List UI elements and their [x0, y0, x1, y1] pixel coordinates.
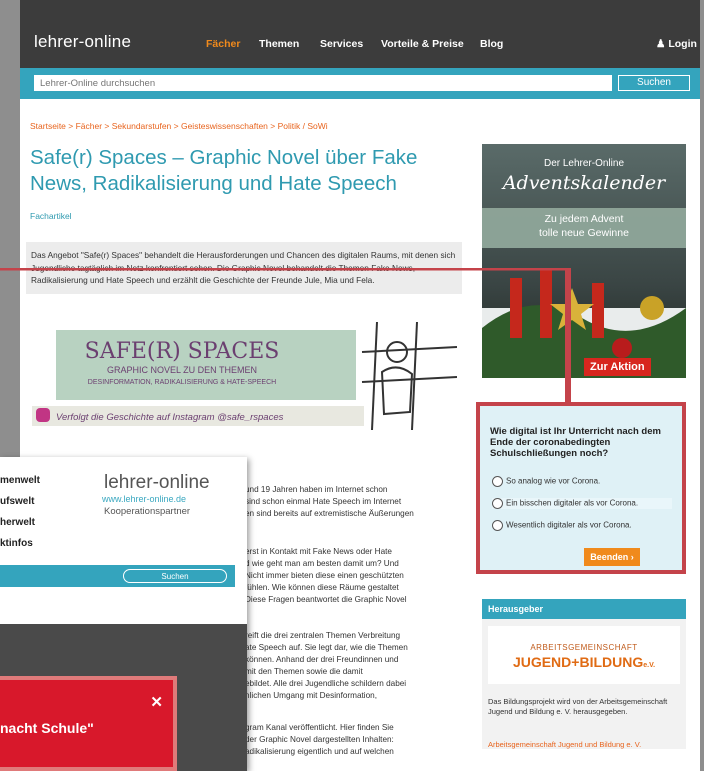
- advent-line-3: Zu jedem Advent tolle neue Gewinne: [539, 213, 629, 239]
- publisher-logo[interactable]: ARBEITSGEMEINSCHAFT JUGEND+BILDUNGe.V.: [488, 626, 680, 684]
- top-navigation: lehrer-online Fächer Themen Services Vor…: [20, 0, 700, 68]
- poll-question: Wie digital ist Ihr Unterricht nach dem …: [490, 426, 661, 459]
- article-category[interactable]: Fachartikel: [30, 211, 72, 221]
- highlight-connector: [0, 268, 570, 271]
- search-bar: Suchen: [20, 68, 700, 99]
- radio-icon: [492, 476, 503, 487]
- body-paragraph-1: und 19 Jahren haben im Internet schon sin…: [245, 485, 414, 518]
- overlay-popup: ✕ nacht Schule": [0, 676, 177, 771]
- overlay-nav-1[interactable]: menwelt: [0, 475, 40, 486]
- nav-item-themen[interactable]: Themen: [259, 38, 299, 50]
- page-title: Safe(r) Spaces – Graphic Novel über Fake…: [30, 146, 418, 195]
- close-icon[interactable]: ✕: [150, 693, 163, 711]
- poll-submit-button[interactable]: Beenden ›: [584, 548, 640, 566]
- advent-cta-button[interactable]: Zur Aktion: [584, 358, 651, 376]
- overlay-nav-4[interactable]: ktinfos: [0, 538, 33, 549]
- radio-icon: [492, 520, 503, 531]
- advent-line-1: Der Lehrer-Online: [543, 158, 625, 169]
- breadcrumb[interactable]: Startseite > Fächer > Sekundarstufen > G…: [30, 121, 328, 131]
- overlay-search-button[interactable]: Suchen: [123, 569, 227, 583]
- poll-widget: Wie digital ist Ihr Unterricht nach dem …: [476, 402, 686, 574]
- user-icon: ♟: [656, 38, 666, 50]
- overlay-nav-2[interactable]: ufswelt: [0, 496, 34, 507]
- advent-line-2: Adventskalender: [502, 172, 666, 194]
- nav-item-services[interactable]: Services: [320, 38, 363, 50]
- site-logo[interactable]: lehrer-online: [34, 32, 131, 52]
- body-paragraph-3: reift die drei zentralen Themen Verbreit…: [245, 631, 408, 700]
- publisher-link[interactable]: Arbeitsgemeinschaft Jugend und Bildung e…: [488, 740, 641, 749]
- nav-item-faecher[interactable]: Fächer: [206, 38, 240, 50]
- publisher-heading: Herausgeber: [482, 599, 686, 619]
- highlight-connector-vertical: [565, 268, 571, 406]
- overlay-logo[interactable]: lehrer-online: [104, 472, 210, 494]
- popup-text: nacht Schule": [0, 720, 94, 736]
- body-paragraph-2: erst in Kontakt mit Fake News oder Hate d…: [245, 547, 407, 604]
- poll-option-2[interactable]: Ein bisschen digitaler als vor Corona.: [492, 498, 672, 509]
- search-button[interactable]: Suchen: [618, 75, 690, 91]
- publisher-box: Herausgeber ARBEITSGEMEINSCHAFT JUGEND+B…: [482, 599, 686, 749]
- radio-icon: [492, 498, 503, 509]
- login-link[interactable]: ♟ Login: [656, 38, 697, 50]
- search-input[interactable]: [34, 75, 612, 91]
- overlay-nav-3[interactable]: herwelt: [0, 517, 35, 528]
- chevron-right-icon: ›: [630, 552, 634, 562]
- instagram-icon: [36, 408, 50, 422]
- poll-option-1[interactable]: So analog wie vor Corona.: [492, 476, 600, 487]
- nav-item-vorteile[interactable]: Vorteile & Preise: [381, 38, 464, 50]
- poll-option-3[interactable]: Wesentlich digitaler als vor Corona.: [492, 520, 632, 531]
- banner-instagram: Verfolgt die Geschichte auf Instagram @s…: [56, 412, 284, 423]
- overlay-search-input[interactable]: [1, 569, 121, 583]
- publisher-text: Das Bildungsprojekt wird von der Arbeits…: [488, 697, 668, 716]
- overlay-search-bar: Suchen: [0, 565, 235, 587]
- overlay-url[interactable]: www.lehrer-online.de: [102, 494, 186, 504]
- nav-item-blog[interactable]: Blog: [480, 38, 503, 50]
- overlay-partner-label: Kooperationspartner: [104, 506, 191, 517]
- body-paragraph-4: gram Kanal veröffentlicht. Hier finden S…: [245, 723, 394, 756]
